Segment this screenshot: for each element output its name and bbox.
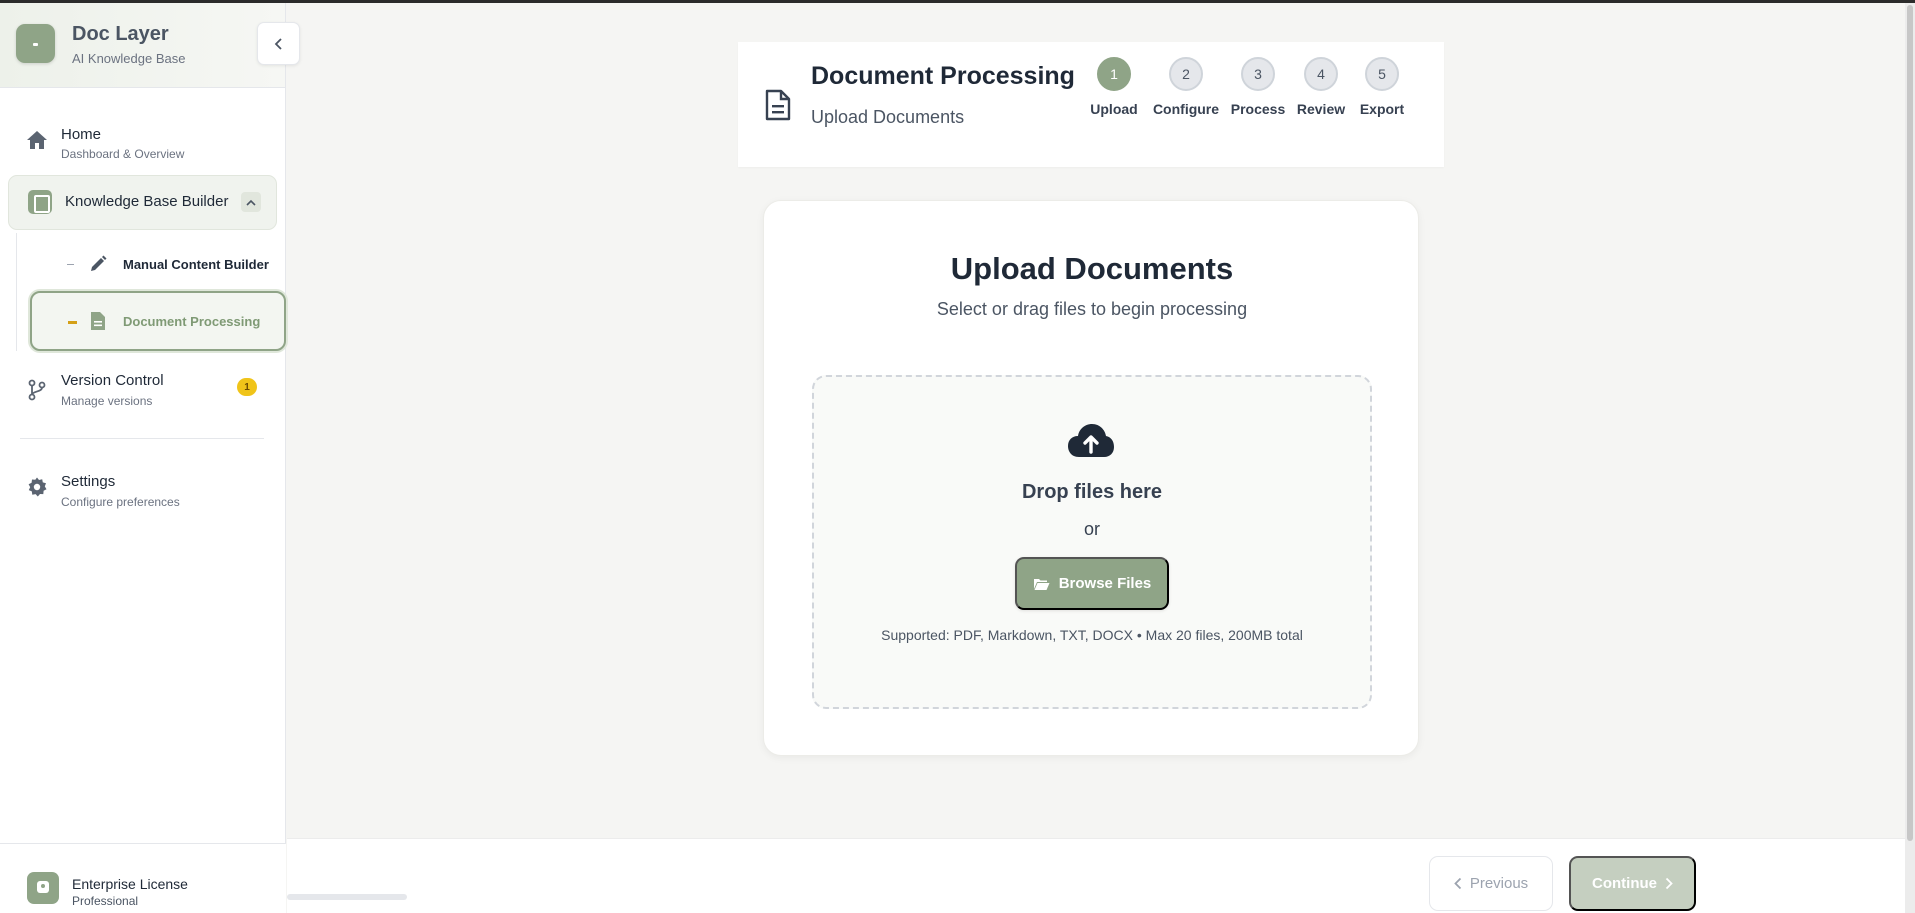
upload-subtitle: Select or drag files to begin processing <box>936 299 1248 319</box>
gear-icon <box>25 475 49 499</box>
step-configure[interactable]: 2 Configure <box>1146 57 1226 117</box>
sidebar-item-settings[interactable]: Settings Configure preferences <box>0 465 286 515</box>
drop-instruction: Drop files here <box>1021 481 1163 503</box>
step-upload[interactable]: 1 Upload <box>1074 57 1154 117</box>
active-indicator <box>68 321 77 324</box>
document-icon <box>765 89 795 123</box>
sidebar-item-label: Knowledge Base Builder <box>65 193 229 210</box>
continue-button[interactable]: Continue <box>1569 856 1696 911</box>
window-top-border <box>0 0 1915 3</box>
step-label: Configure <box>1152 101 1220 117</box>
page-title: Document Processing <box>811 62 1075 90</box>
brand-header: Doc Layer AI Knowledge Base <box>0 3 285 88</box>
pencil-icon <box>88 254 108 279</box>
license-icon <box>27 872 59 904</box>
sidebar-item-home[interactable]: Home Dashboard & Overview <box>0 118 286 168</box>
sidebar-item-sublabel: Configure preferences <box>61 495 180 509</box>
sidebar-item-label: Home <box>61 126 102 143</box>
license-title: Enterprise License <box>72 876 188 892</box>
sidebar-item-knowledge-base-builder[interactable]: Knowledge Base Builder <box>8 175 277 230</box>
chevron-left-icon <box>274 37 282 50</box>
sidebar-subitem-label: Document Processing <box>123 314 261 329</box>
app-subtitle: AI Knowledge Base <box>72 51 186 66</box>
page-subtitle: Upload Documents <box>811 107 965 127</box>
chevron-left-icon <box>1454 877 1461 890</box>
upload-card: Upload Documents Select or drag files to… <box>763 200 1419 756</box>
previous-label: Previous <box>1469 875 1529 892</box>
version-count-badge: 1 <box>237 378 257 396</box>
page-scrollbar[interactable] <box>1905 3 1915 913</box>
license-panel: Enterprise License Professional <box>0 843 286 913</box>
home-icon <box>25 128 49 152</box>
sidebar: Doc Layer AI Knowledge Base Home Dashboa… <box>0 3 286 913</box>
submenu-guide-line <box>16 233 17 351</box>
app-title: Doc Layer <box>72 23 169 45</box>
browse-files-label: Browse Files <box>1058 575 1152 592</box>
cloud-upload-icon <box>1067 423 1121 461</box>
chevron-right-icon <box>1665 877 1673 890</box>
wizard-footer: Previous Continue <box>287 838 1905 913</box>
sidebar-divider <box>20 438 264 439</box>
scrollbar-thumb[interactable] <box>1907 5 1913 841</box>
sidebar-item-label: Settings <box>61 473 116 490</box>
sidebar-item-sublabel: Manage versions <box>61 394 153 408</box>
previous-button[interactable]: Previous <box>1429 856 1553 911</box>
sidebar-subitem-label: Manual Content Builder <box>123 257 269 272</box>
submenu-dash <box>67 264 74 265</box>
step-label: Export <box>1359 101 1405 117</box>
step-number: 2 <box>1169 57 1203 91</box>
upload-title: Upload Documents <box>950 251 1234 286</box>
file-dropzone[interactable]: Drop files here or Browse Files Supporte… <box>812 375 1372 709</box>
collapse-sidebar-button[interactable] <box>257 22 300 65</box>
app-logo-icon <box>16 24 55 63</box>
browse-files-button[interactable]: Browse Files <box>1015 557 1169 610</box>
supported-formats-text: Supported: PDF, Markdown, TXT, DOCX • Ma… <box>881 627 1303 643</box>
sidebar-item-label: Version Control <box>61 372 164 389</box>
step-export[interactable]: 5 Export <box>1342 57 1422 117</box>
horizontal-scrollbar[interactable] <box>287 894 407 900</box>
sidebar-subitem-document-processing[interactable]: Document Processing <box>30 291 286 351</box>
sidebar-subitem-manual-content-builder[interactable]: Manual Content Builder <box>30 243 286 285</box>
step-number: 4 <box>1304 57 1338 91</box>
continue-label: Continue <box>1592 875 1657 892</box>
license-tier: Professional <box>72 894 139 908</box>
or-separator: or <box>1083 519 1100 539</box>
step-number: 3 <box>1241 57 1275 91</box>
step-number: 1 <box>1097 57 1131 91</box>
step-label: Upload <box>1090 101 1138 117</box>
sidebar-item-sublabel: Dashboard & Overview <box>61 147 185 161</box>
book-icon <box>28 190 52 214</box>
file-icon <box>90 311 106 336</box>
processing-header: Document Processing Upload Documents 1 U… <box>738 42 1444 167</box>
chevron-up-icon[interactable] <box>241 192 261 212</box>
folder-open-icon <box>1033 578 1050 590</box>
step-number: 5 <box>1365 57 1399 91</box>
branch-icon <box>25 378 49 402</box>
